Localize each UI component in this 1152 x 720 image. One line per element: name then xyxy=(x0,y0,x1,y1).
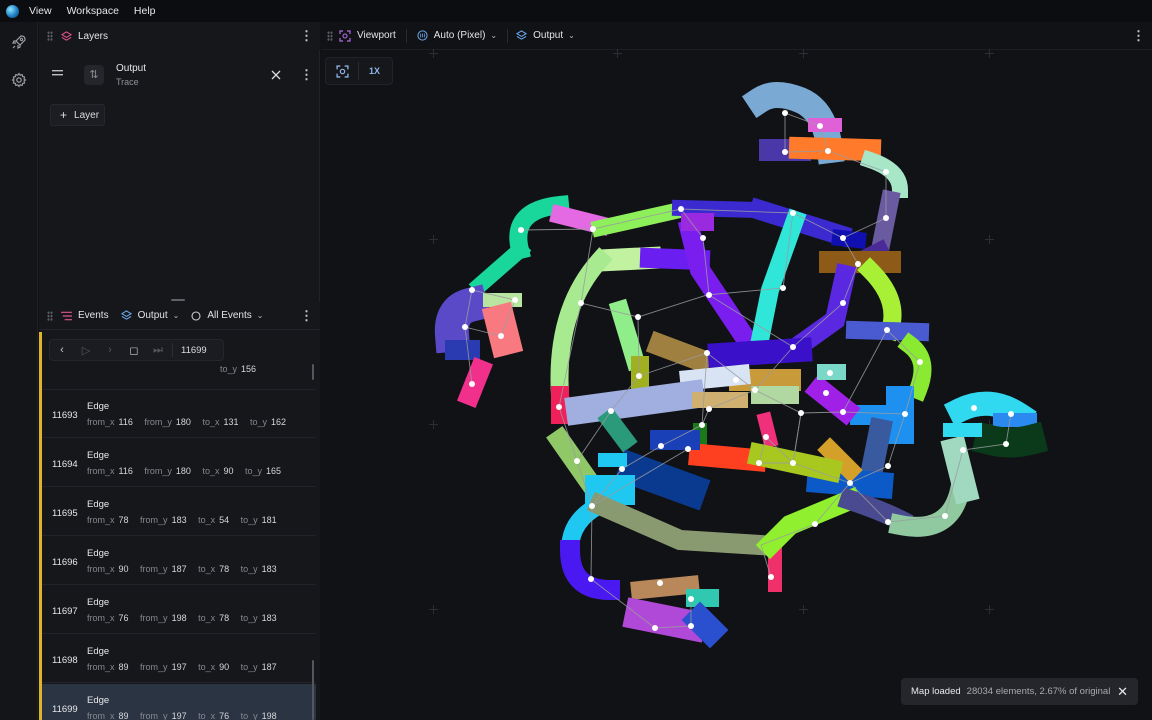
menu-view[interactable]: View xyxy=(29,5,52,17)
field-key: to_y xyxy=(220,364,238,374)
event-type: Edge xyxy=(87,695,110,706)
chevron-left-icon[interactable]: ‹ xyxy=(50,344,74,356)
layers-header: Layers ⋮ xyxy=(39,22,320,50)
close-icon[interactable] xyxy=(271,70,281,80)
event-fields: from_x 89 from_y 197 to_x 76 to_y 198 xyxy=(87,711,277,720)
event-type: Edge xyxy=(87,597,110,608)
viewport-panel: Viewport Auto (Pixel) ⌄ Output ⌄ ⋮ 1X Ma… xyxy=(321,22,1152,720)
event-type: Edge xyxy=(87,499,110,510)
drag-grip-icon[interactable] xyxy=(47,31,53,41)
event-id: 11694 xyxy=(52,459,78,470)
chevron-down-icon: ⌄ xyxy=(172,311,180,320)
list-item[interactable]: 11694 Edge from_x 116 from_y 180 to_x 90 to… xyxy=(42,439,316,487)
gear-icon[interactable] xyxy=(11,72,27,88)
panel-resize-handle[interactable] xyxy=(171,299,185,301)
event-type: Edge xyxy=(87,401,110,412)
event-id: 11696 xyxy=(52,557,78,568)
list-item[interactable]: 11698 Edge from_x 89 from_y 197 to_x 90 to_… xyxy=(42,635,316,683)
layers-menu-icon[interactable]: ⋮ xyxy=(300,29,313,43)
event-id: 11698 xyxy=(52,655,78,666)
events-output-label: Output xyxy=(137,310,168,321)
event-fields: from_x 76 from_y 198 to_x 78 to_y 183 xyxy=(87,613,277,623)
chevron-right-icon[interactable]: › xyxy=(98,344,122,356)
list-item[interactable]: 11695 Edge from_x 78 from_y 183 to_x 54 to_… xyxy=(42,488,316,536)
event-fields: from_x 78 from_y 183 to_x 54 to_y 181 xyxy=(87,515,277,525)
menu-bar: View Workspace Help xyxy=(0,0,1152,22)
menu-workspace[interactable]: Workspace xyxy=(67,5,119,17)
app-logo xyxy=(6,4,19,18)
stop-icon[interactable]: ◻ xyxy=(122,344,146,357)
events-filter-label: All Events xyxy=(207,310,252,321)
event-fields: from_x 89 from_y 197 to_x 90 to_y 187 xyxy=(87,662,277,672)
event-id: 11699 xyxy=(52,704,78,715)
layers-title: Layers xyxy=(78,30,109,42)
events-output-select[interactable]: Output ⌄ xyxy=(120,310,180,321)
skip-end-icon[interactable]: ⏭ xyxy=(146,344,170,357)
event-id: 11695 xyxy=(52,508,78,519)
layers-icon xyxy=(61,30,72,41)
events-header: Events Output ⌄ All Events ⌄ ⋮ xyxy=(39,302,320,330)
rocket-icon[interactable] xyxy=(11,34,27,50)
chevron-down-icon: ⌄ xyxy=(256,311,264,320)
play-icon[interactable]: ▷ xyxy=(74,344,98,357)
events-panel: Events Output ⌄ All Events ⌄ ⋮ to_y156 xyxy=(39,299,320,720)
event-type: Edge xyxy=(87,646,110,657)
layers-icon xyxy=(120,310,132,320)
event-id: 11697 xyxy=(52,606,78,617)
list-item[interactable]: 11696 Edge from_x 90 from_y 187 to_x 78 to_… xyxy=(42,537,316,585)
toast-message: 28034 elements, 2.67% of original xyxy=(966,686,1111,697)
close-icon[interactable]: ✕ xyxy=(1117,684,1128,700)
event-type: Edge xyxy=(87,450,110,461)
playback-toolbar: ‹ ▷ › ◻ ⏭ 11699 xyxy=(49,339,224,361)
events-menu-icon[interactable]: ⋮ xyxy=(300,308,313,323)
menu-help[interactable]: Help xyxy=(134,5,156,17)
trace-map[interactable] xyxy=(321,22,1152,720)
list-item[interactable]: to_y 156 xyxy=(42,360,316,390)
events-title: Events xyxy=(78,310,109,321)
event-fields: from_x 90 from_y 187 to_x 78 to_y 183 xyxy=(87,564,277,574)
scrollbar-thumb[interactable] xyxy=(312,364,314,380)
trace-icon: ⇅ xyxy=(84,65,104,85)
layer-subtitle: Trace xyxy=(116,77,139,87)
event-fields: from_x 116 from_y 180 to_x 90 to_y 165 xyxy=(87,466,282,476)
event-fields: from_x 116 from_y 180 to_x 131 to_y 162 xyxy=(87,417,287,427)
toast-title: Map loaded xyxy=(911,686,961,697)
event-type: Edge xyxy=(87,548,110,559)
step-counter[interactable]: 11699 xyxy=(181,345,207,356)
event-id: 11693 xyxy=(52,410,78,421)
events-filter-select[interactable]: All Events ⌄ xyxy=(191,310,263,321)
toolbar-divider xyxy=(172,343,173,357)
toast-notification: Map loaded 28034 elements, 2.67% of orig… xyxy=(901,678,1138,705)
layer-title: Output xyxy=(116,63,147,74)
layer-menu-icon[interactable]: ⋮ xyxy=(300,68,313,82)
scrollbar-thumb[interactable] xyxy=(312,660,314,720)
list-item-selected[interactable]: 11699 Edge from_x 89 from_y 197 to_x 76 to_… xyxy=(42,684,316,720)
drag-handle-icon[interactable] xyxy=(52,70,63,76)
drag-grip-icon[interactable] xyxy=(47,310,53,321)
layer-item[interactable]: ⇅ Output Trace ⋮ xyxy=(39,62,320,102)
plus-icon: + xyxy=(60,108,68,122)
add-layer-button[interactable]: + Layer xyxy=(50,104,105,126)
add-layer-label: Layer xyxy=(74,109,100,121)
list-item[interactable]: 11697 Edge from_x 76 from_y 198 to_x 78 to_… xyxy=(42,586,316,634)
circle-icon xyxy=(191,310,201,321)
field-value: 156 xyxy=(241,364,257,374)
list-icon xyxy=(61,311,72,320)
icon-rail xyxy=(0,22,38,720)
list-item[interactable]: 11693 Edge from_x 116 from_y 180 to_x 131 t… xyxy=(42,390,316,438)
events-list[interactable]: to_y 156 11693 Edge from_x 116 from_y 180 t… xyxy=(42,360,316,720)
